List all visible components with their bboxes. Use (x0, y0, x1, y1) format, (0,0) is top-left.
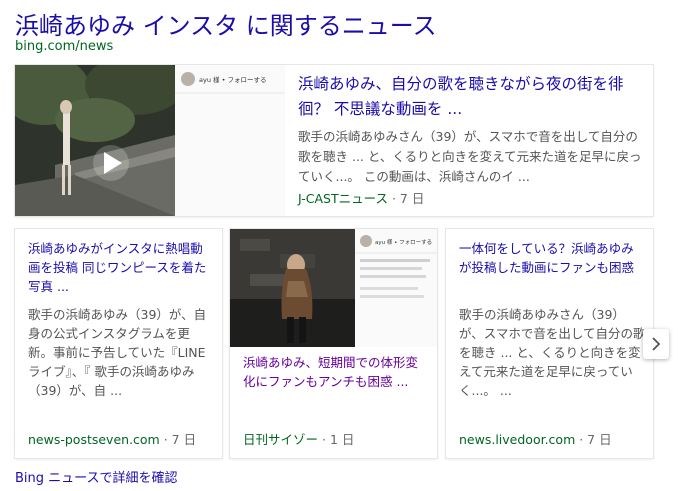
publisher: news-postseven.com (28, 432, 160, 447)
article-age: 7 日 (587, 432, 612, 447)
news-card[interactable]: 浜崎あゆみがインスタに熱唱動画を投稿 同じワンピースを着た写真 ... 歌手の浜… (15, 229, 222, 458)
card-meta: news-postseven.com · 7 日 (28, 429, 196, 448)
news-card[interactable]: ayu 様 • フォローする 浜崎あゆみ、短期間での体形変化にファンもアンチも困… (230, 229, 437, 458)
article-age: 7 日 (399, 191, 425, 206)
card-headline[interactable]: 浜崎あゆみ、短期間での体形変化にファンもアンチも困惑 ... (243, 353, 428, 391)
card-meta: 日刊サイゾー · 1 日 (243, 429, 354, 448)
featured-meta: J-CASTニュース · 7 日 (298, 188, 424, 207)
carousel-next-button[interactable] (643, 329, 669, 359)
featured-headline[interactable]: 浜崎あゆみ、自分の歌を聴きながら夜の街を徘徊？ 不思議な動画を ... (298, 75, 624, 118)
article-age: 7 日 (171, 432, 197, 447)
separator: · (318, 432, 330, 447)
featured-news-card[interactable]: ayu 様 • フォローする 浜崎あゆみ、自分の歌を聴きながら夜の街を徘徊？ 不… (15, 65, 653, 216)
separator: · (387, 191, 400, 206)
featured-thumbnail[interactable]: ayu 様 • フォローする (15, 65, 285, 216)
card-headline[interactable]: 浜崎あゆみがインスタに熱唱動画を投稿 同じワンピースを着た写真 ... (28, 239, 213, 296)
publisher: 日刊サイゾー (243, 432, 319, 447)
see-more-link[interactable]: Bing ニュースで詳細を確認 (15, 467, 178, 486)
thumb-caption: ayu 様 • フォローする (375, 238, 432, 246)
news-section-title[interactable]: 浜崎あゆみ インスタ に関するニュース (15, 6, 437, 41)
card-headline[interactable]: 一体何をしている？浜崎あゆみが投稿した動画にファンも困惑 (459, 239, 644, 277)
card-meta: news.livedoor.com · 7 日 (459, 429, 612, 448)
featured-snippet: 歌手の浜崎あゆみさん（39）が、スマホで音を出して自分の歌を聴き ... と、く… (298, 129, 642, 184)
chevron-right-icon (652, 337, 661, 351)
card-thumbnail[interactable]: ayu 様 • フォローする (230, 229, 437, 347)
publisher: J-CASTニュース (298, 191, 388, 206)
card-snippet: 歌手の浜崎あゆみ（39）が、自身の公式インスタグラムを更新。事前に予告していた『… (28, 307, 207, 398)
separator: · (159, 432, 172, 447)
article-age: 1 日 (329, 432, 355, 447)
publisher: news.livedoor.com (459, 432, 576, 447)
separator: · (575, 432, 588, 447)
thumb-caption: ayu 様 • フォローする (199, 75, 266, 84)
card-snippet: 歌手の浜崎あゆみさん（39）が、スマホで音を出して自分の歌を聴き ... と、く… (459, 307, 646, 398)
news-card[interactable]: 一体何をしている？浜崎あゆみが投稿した動画にファンも困惑 歌手の浜崎あゆみさん（… (446, 229, 653, 458)
source-url: bing.com/news (15, 39, 114, 54)
